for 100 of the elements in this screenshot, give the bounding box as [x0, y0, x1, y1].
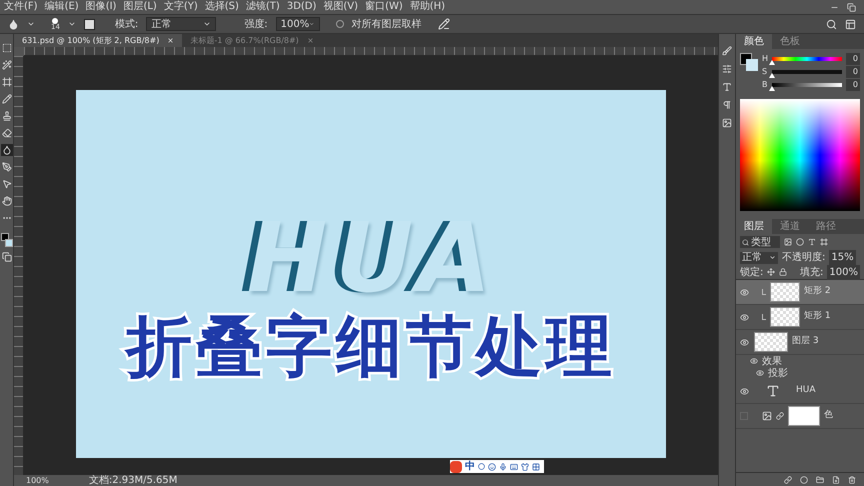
layer-name[interactable]: 矩形 1 — [804, 310, 831, 324]
brush-icon[interactable] — [722, 46, 732, 56]
menu-item[interactable]: 选择(S) — [204, 2, 239, 12]
menu-item[interactable]: 视图(V) — [323, 2, 358, 12]
slider-value[interactable]: 0 — [846, 53, 860, 65]
document-size: 文档:2.93M/5.65M — [88, 476, 178, 486]
slider-value[interactable]: 0 — [846, 66, 860, 78]
effect-name[interactable]: 投影 — [768, 366, 788, 380]
menu-item[interactable]: 编辑(E) — [44, 2, 79, 12]
color-swatches-icon[interactable] — [740, 53, 758, 71]
panel-tab[interactable]: 色板 — [772, 34, 808, 49]
hand-icon[interactable] — [0, 195, 12, 207]
layer-row[interactable]: 图层 3 — [736, 330, 864, 355]
eye-icon[interactable] — [740, 338, 749, 346]
opacity-label: 不透明度: — [782, 250, 826, 265]
strength-field[interactable]: 100% — [276, 17, 320, 31]
layer-name[interactable]: 矩形 2 — [804, 285, 831, 299]
menu-item[interactable]: 3D(D) — [286, 2, 316, 12]
close-icon[interactable] — [306, 37, 314, 44]
pen-icon[interactable] — [0, 161, 12, 173]
ime-mode-label[interactable]: 中 — [465, 462, 475, 472]
paragraph-icon[interactable] — [722, 100, 732, 110]
layer-row[interactable]: 色 — [736, 404, 864, 429]
workspace-icon[interactable] — [845, 18, 856, 30]
panel-tab[interactable]: 颜色 — [736, 34, 772, 49]
droplet-icon[interactable] — [8, 18, 19, 30]
slider-thumb[interactable] — [769, 86, 775, 91]
microphone-icon[interactable] — [499, 462, 507, 470]
eye-icon[interactable] — [756, 369, 764, 377]
shape-filter-icon[interactable] — [820, 238, 828, 246]
character-icon[interactable] — [722, 82, 732, 92]
slider-thumb[interactable] — [769, 73, 775, 78]
wand-icon[interactable] — [0, 59, 12, 71]
caret-icon[interactable] — [68, 20, 76, 28]
link-icon[interactable] — [784, 476, 792, 484]
blend-mode-select[interactable]: 正常 — [740, 252, 778, 264]
punctuation-icon[interactable] — [478, 463, 485, 470]
color-spectrum-field[interactable] — [740, 99, 860, 211]
folder-icon[interactable] — [816, 476, 824, 484]
adjustment-icon[interactable] — [800, 476, 808, 484]
brush-preview-icon[interactable] — [52, 18, 58, 24]
layer-name[interactable]: 色 — [824, 409, 833, 423]
slider-value[interactable]: 0 — [846, 79, 860, 91]
frame-icon[interactable] — [0, 76, 12, 88]
grid-icon[interactable] — [532, 462, 540, 470]
brush-panel-icon[interactable] — [84, 18, 95, 30]
pencil-icon[interactable] — [0, 93, 12, 105]
eye-icon[interactable] — [740, 386, 749, 396]
layer-row[interactable]: HUA — [736, 379, 864, 404]
trash-icon[interactable] — [848, 476, 856, 484]
panel-tab[interactable]: 图层 — [736, 219, 772, 234]
menu-item[interactable]: 文件(F) — [4, 2, 38, 12]
droplet-icon[interactable] — [0, 144, 12, 156]
screen-mode-icon[interactable] — [2, 252, 12, 262]
slider-thumb[interactable] — [769, 60, 775, 65]
menu-item[interactable]: 图层(L) — [123, 2, 157, 12]
opacity-field[interactable]: 15% — [829, 250, 856, 265]
menu-item[interactable]: 帮助(H) — [410, 2, 446, 12]
keyboard-icon[interactable] — [510, 462, 518, 470]
document-tab[interactable]: 631.psd @ 100% (矩形 2, RGB/8#) — [14, 34, 182, 47]
lock-icon[interactable] — [779, 268, 788, 276]
adjustments-icon[interactable] — [722, 64, 732, 74]
marquee-icon[interactable] — [0, 42, 12, 54]
sample-all-checkbox[interactable] — [336, 20, 344, 28]
panel-tab[interactable]: 通道 — [772, 219, 808, 234]
new-layer-icon[interactable] — [832, 476, 840, 484]
menu-item[interactable]: 文字(Y) — [164, 2, 198, 12]
color-swatches-icon[interactable] — [0, 233, 12, 247]
effect-name[interactable]: 效果 — [762, 354, 782, 368]
emoji-icon[interactable] — [488, 462, 496, 470]
pressure-icon[interactable] — [438, 18, 450, 30]
pointer-icon[interactable] — [0, 178, 12, 190]
move-lock-icon[interactable] — [767, 268, 776, 276]
stamp-icon[interactable] — [0, 110, 12, 122]
eye-icon[interactable] — [740, 288, 749, 296]
panel-tab[interactable]: 路径 — [808, 219, 844, 234]
text-filter-icon[interactable] — [808, 238, 816, 246]
mode-select[interactable]: 正常 — [146, 17, 216, 31]
layer-row[interactable]: 矩形 2 — [736, 280, 864, 305]
eye-icon[interactable] — [750, 357, 758, 365]
caret-icon — [203, 20, 212, 28]
search-icon[interactable] — [826, 18, 837, 30]
eraser-icon[interactable] — [0, 127, 12, 139]
filter-select[interactable]: 类型 — [740, 236, 780, 248]
menu-item[interactable]: 图像(I) — [86, 2, 116, 12]
menu-item[interactable]: 窗口(W) — [365, 2, 403, 12]
ime-logo-icon[interactable] — [450, 460, 462, 472]
menu-item[interactable]: 滤镜(T) — [246, 2, 280, 12]
shirt-icon[interactable] — [521, 462, 529, 470]
layer-name[interactable]: 图层 3 — [792, 335, 819, 349]
layer-row[interactable]: 矩形 1 — [736, 305, 864, 330]
restore-icon[interactable] — [847, 2, 856, 12]
fill-field[interactable]: 100% — [827, 264, 860, 280]
image-panel-icon[interactable] — [722, 118, 732, 128]
document-tab[interactable]: 未标题-1 @ 66.7%(RGB/8#) — [182, 34, 322, 47]
layer-name[interactable]: HUA — [796, 384, 816, 398]
caret-icon[interactable] — [27, 20, 35, 28]
adjustment-filter-icon[interactable] — [796, 238, 804, 246]
pixel-filter-icon[interactable] — [784, 238, 792, 246]
eye-icon[interactable] — [740, 312, 749, 322]
